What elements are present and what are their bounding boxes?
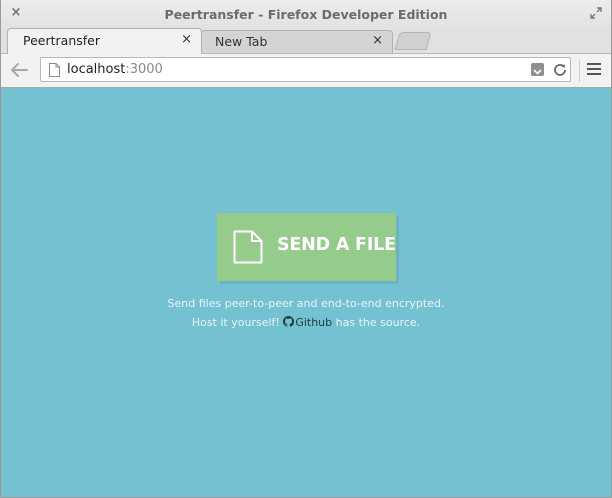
url-text: localhost:3000 bbox=[67, 62, 163, 77]
reload-icon[interactable] bbox=[552, 62, 568, 78]
new-tab-button[interactable] bbox=[394, 32, 432, 50]
page-content: SEND A FILE Send files peer-to-peer and … bbox=[1, 88, 611, 497]
github-icon bbox=[283, 316, 295, 327]
description-prefix: Host it yourself! bbox=[191, 316, 280, 329]
window-close-button[interactable]: × bbox=[10, 6, 22, 20]
send-file-label: SEND A FILE bbox=[277, 235, 396, 255]
back-arrow-icon[interactable] bbox=[8, 61, 30, 79]
tab-label: Peertransfer bbox=[23, 33, 100, 48]
tab-strip: Peertransfer × New Tab × bbox=[1, 28, 611, 54]
window-title: Peertransfer - Firefox Developer Edition bbox=[164, 6, 448, 22]
tab-new-tab[interactable]: New Tab × bbox=[201, 30, 393, 53]
url-port: :3000 bbox=[125, 62, 163, 77]
tab-peertransfer[interactable]: Peertransfer × bbox=[7, 28, 202, 54]
tab-close-button[interactable]: × bbox=[181, 33, 192, 47]
github-link-label: Github bbox=[295, 316, 333, 329]
github-link[interactable]: Github bbox=[283, 316, 332, 329]
maximize-icon[interactable] bbox=[590, 7, 602, 19]
hamburger-menu-icon[interactable] bbox=[587, 63, 601, 77]
title-bar: × Peertransfer - Firefox Developer Editi… bbox=[1, 0, 611, 28]
send-file-button[interactable]: SEND A FILE bbox=[217, 213, 396, 281]
description-line-1: Send files peer-to-peer and end-to-end e… bbox=[167, 297, 445, 310]
description-line-2: Host it yourself! Github has the source. bbox=[1, 316, 611, 329]
navigation-bar: localhost:3000 bbox=[1, 54, 611, 88]
navbar-divider bbox=[579, 60, 580, 82]
tab-label: New Tab bbox=[215, 34, 268, 49]
browser-window: × Peertransfer - Firefox Developer Editi… bbox=[0, 0, 612, 498]
url-bar[interactable]: localhost:3000 bbox=[40, 57, 571, 82]
url-host: localhost bbox=[67, 62, 126, 77]
url-dropdown-button[interactable] bbox=[531, 63, 544, 76]
description-suffix: has the source. bbox=[335, 316, 421, 329]
page-icon bbox=[49, 63, 60, 77]
file-icon bbox=[233, 230, 263, 264]
chevron-down-icon bbox=[533, 69, 542, 75]
tab-close-button[interactable]: × bbox=[372, 34, 383, 48]
